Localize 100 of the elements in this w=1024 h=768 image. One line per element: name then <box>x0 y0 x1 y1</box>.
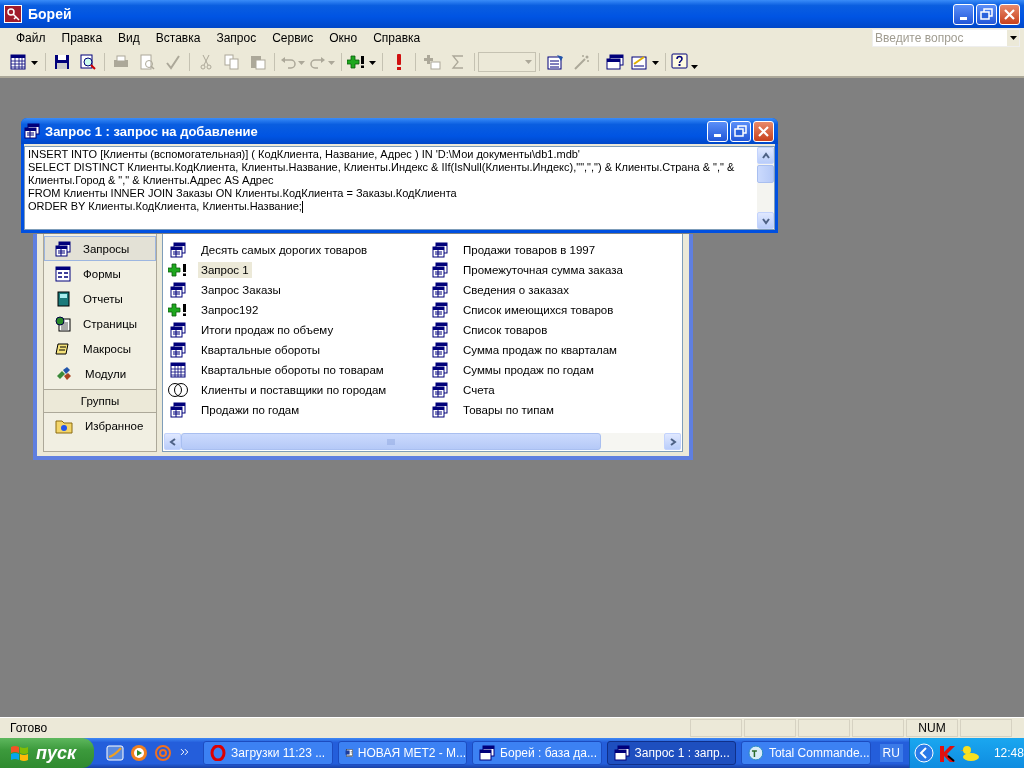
table-icon <box>170 242 186 258</box>
query-name[interactable]: Запрос192 <box>198 302 262 318</box>
scrollbar-thumb[interactable] <box>181 433 601 450</box>
window-title: Борей <box>28 6 73 22</box>
query-name[interactable]: Список товаров <box>460 322 551 338</box>
query-name[interactable]: Суммы продаж по годам <box>460 362 597 378</box>
status-text: Готово <box>9 721 49 735</box>
table-icon <box>432 362 448 378</box>
play-icon[interactable] <box>129 744 148 762</box>
dropdown-arrow-icon[interactable] <box>1009 36 1017 40</box>
table-icon <box>170 342 186 358</box>
search-icon[interactable] <box>80 54 96 70</box>
sql-text: INSERT INTO [Клиенты (вспомогательная)] ( КодКлиента, Название, Адрес ) IN 'D:\Мои документы\db1.mdb' <box>28 148 581 161</box>
sql-text: ORDER BY Клиенты.КодКлиента, Клиенты.Название; <box>28 200 304 214</box>
group-item[interactable]: Избранное <box>44 413 156 438</box>
query-name[interactable]: Десять самых дорогих товаров <box>198 242 371 258</box>
object-type-item[interactable]: Отчеты <box>44 286 156 311</box>
groups-header[interactable]: Группы <box>44 389 156 413</box>
start-button[interactable]: пуск <box>0 738 94 768</box>
folder-icon <box>55 417 73 434</box>
object-type-item[interactable]: Запросы <box>44 236 156 261</box>
query-name[interactable]: Промежуточная сумма заказа <box>460 262 626 278</box>
status-bar-pane <box>744 719 796 737</box>
taskbar-button[interactable]: Загрузки 11:23 ... <box>203 741 333 765</box>
table-icon <box>432 322 448 338</box>
table-icon <box>170 322 186 338</box>
form-icon <box>55 265 71 282</box>
table-icon <box>479 745 496 761</box>
taskbar-button[interactable]: НОВАЯ МЕТ2 - М... <box>337 741 468 765</box>
query-name[interactable]: Клиенты и поставщики по городам <box>198 382 390 398</box>
plus-exclamation-icon <box>168 303 188 317</box>
chevron-icon[interactable] <box>179 748 190 758</box>
scrollbar-thumb[interactable] <box>757 165 774 183</box>
menu-item[interactable]: Запрос <box>208 31 265 45</box>
save-icon[interactable] <box>54 54 70 70</box>
query-name[interactable]: Продажи товаров в 1997 <box>460 242 599 258</box>
properties-icon[interactable] <box>547 54 565 70</box>
table-icon <box>613 745 630 761</box>
query-name[interactable]: Сведения о заказах <box>460 282 572 298</box>
table-icon <box>170 402 186 418</box>
help-icon[interactable] <box>671 53 699 71</box>
query-name[interactable]: Квартальные обороты по товарам <box>198 362 387 378</box>
grid-icon <box>170 362 186 378</box>
query-name[interactable]: Итоги продаж по объему <box>198 322 337 338</box>
query-name[interactable]: Сумма продаж по кварталам <box>460 342 620 358</box>
menu-item[interactable]: Сервис <box>264 31 322 45</box>
menu-item[interactable]: Вставка <box>147 31 209 45</box>
taskbar-button[interactable]: Total Commande... <box>741 741 871 765</box>
scroll-right-button[interactable] <box>664 433 681 450</box>
scroll-left-button[interactable] <box>164 433 181 450</box>
new-object-icon[interactable] <box>630 54 660 70</box>
clock: 12:48 <box>993 746 1024 760</box>
table-icon <box>432 242 448 258</box>
book-icon <box>55 290 71 307</box>
table-icon <box>55 240 71 257</box>
menu-item[interactable]: Справка <box>365 31 429 45</box>
query-name[interactable]: Запрос 1 <box>198 262 252 278</box>
num-lock-indicator: NUM <box>906 719 958 737</box>
plus-exclamation-icon[interactable] <box>347 54 377 70</box>
scroll-up-button[interactable] <box>757 147 774 164</box>
table-icon <box>432 262 448 278</box>
query-name[interactable]: Запрос Заказы <box>198 282 284 298</box>
windows-icon[interactable] <box>606 54 624 70</box>
object-type-item[interactable]: Формы <box>44 261 156 286</box>
k-shield-icon[interactable] <box>937 744 956 762</box>
query-name[interactable]: Список имеющихся товаров <box>460 302 617 318</box>
object-type-item[interactable]: Модули <box>44 361 156 386</box>
puzzle-icon <box>55 365 73 382</box>
scroll-icon <box>55 340 71 357</box>
query-name[interactable]: Счета <box>460 382 498 398</box>
menu-item[interactable]: Правка <box>53 31 111 45</box>
menu-item[interactable]: Файл <box>8 31 54 45</box>
scroll-down-button[interactable] <box>757 212 774 229</box>
language-indicator[interactable]: RU <box>879 744 903 762</box>
query-name[interactable]: Товары по типам <box>460 402 557 418</box>
query-name[interactable]: Продажи по годам <box>198 402 303 418</box>
table-icon <box>432 402 448 418</box>
table-icon <box>432 342 448 358</box>
sql-text: FROM Клиенты INNER JOIN Заказы ON Клиенты.КодКлиента = Заказы.КодКлиента <box>28 187 458 200</box>
object-type-item[interactable]: Страницы <box>44 311 156 336</box>
query-name[interactable]: Квартальные обороты <box>198 342 324 358</box>
window-title: Запрос 1 : запрос на добавление <box>45 123 259 139</box>
table-view-icon[interactable] <box>10 54 40 70</box>
menu-item[interactable]: Вид <box>110 31 148 45</box>
key-icon <box>4 5 22 23</box>
page-icon <box>55 315 71 332</box>
menu-item[interactable]: Окно <box>321 31 366 45</box>
object-type-item[interactable]: Макросы <box>44 336 156 361</box>
table-icon <box>24 123 40 139</box>
status-bar-pane <box>852 719 904 737</box>
mail-icon[interactable] <box>105 744 124 762</box>
help-question-field[interactable]: Введите вопрос <box>872 29 1020 47</box>
status-bar-pane <box>960 719 1012 737</box>
exclamation-icon[interactable] <box>394 53 404 71</box>
table-icon <box>432 382 448 398</box>
sql-editor[interactable] <box>24 146 775 230</box>
rings-icon <box>167 382 189 398</box>
taskbar-button[interactable]: Запрос 1 : запр... <box>606 741 737 765</box>
table-icon <box>432 302 448 318</box>
taskbar-button[interactable]: Борей : база да... <box>472 741 602 765</box>
